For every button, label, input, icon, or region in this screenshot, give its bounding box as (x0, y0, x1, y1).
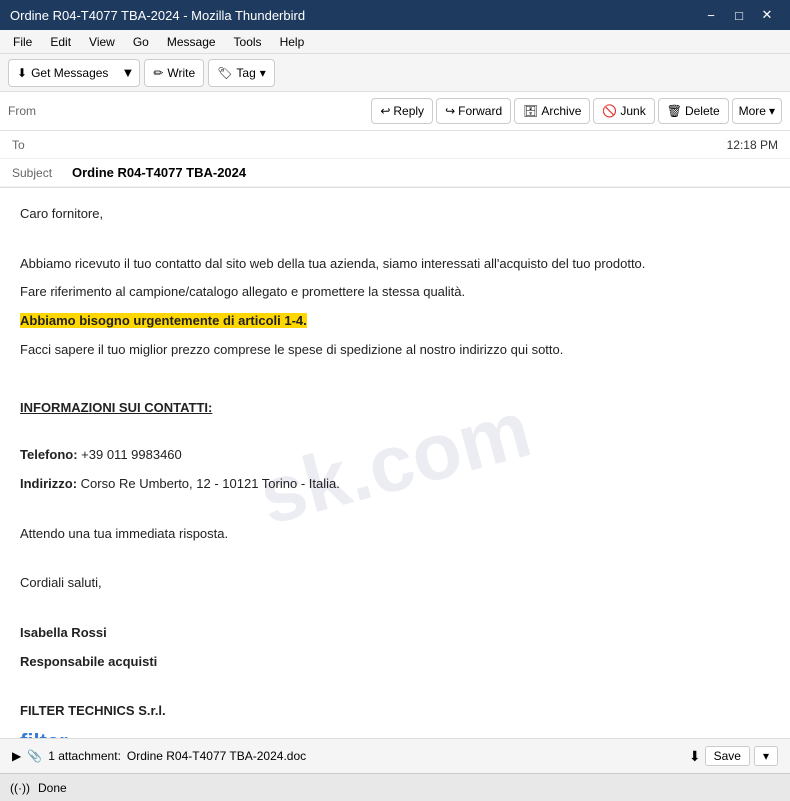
reply-label: Reply (393, 104, 424, 118)
more-dropdown-icon: ▾ (769, 104, 775, 118)
logo-text: filter technics (20, 730, 770, 738)
get-messages-button[interactable]: ⬇ Get Messages (8, 59, 116, 87)
delete-button[interactable]: 🗑 Delete (658, 98, 729, 124)
telefono-line: Telefono: +39 011 9983460 (20, 445, 770, 466)
subject-value: Ordine R04-T4077 TBA-2024 (72, 165, 778, 180)
indirizzo-line: Indirizzo: Corso Re Umberto, 12 - 10121 … (20, 474, 770, 495)
to-label: To (12, 138, 72, 152)
menu-file[interactable]: File (5, 33, 40, 51)
section-title: INFORMAZIONI SUI CONTATTI: (20, 398, 770, 419)
titlebar-title: Ordine R04-T4077 TBA-2024 - Mozilla Thun… (10, 8, 305, 23)
status-text: Done (38, 781, 67, 795)
email-paragraph1: Abbiamo ricevuto il tuo contatto dal sit… (20, 254, 770, 275)
menu-tools[interactable]: Tools (226, 33, 270, 51)
archive-label: Archive (541, 104, 581, 118)
junk-label: Junk (620, 104, 645, 118)
reply-icon: ↩ (380, 104, 390, 118)
email-paragraph2: Fare riferimento al campione/catalogo al… (20, 282, 770, 303)
write-icon: ✏ (153, 66, 163, 80)
email-highlighted: Abbiamo bisogno urgentemente di articoli… (20, 311, 770, 332)
more-label: More (739, 104, 766, 118)
titlebar: Ordine R04-T4077 TBA-2024 - Mozilla Thun… (0, 0, 790, 30)
attachment-expand-icon[interactable]: ▶ (12, 749, 21, 763)
titlebar-controls: − □ ✕ (698, 4, 780, 26)
closing2: Cordiali saluti, (20, 573, 770, 594)
save-button[interactable]: Save (705, 746, 750, 766)
attachment-actions: ⬇ Save ▾ (689, 746, 778, 766)
archive-button[interactable]: 🗄 Archive (514, 98, 590, 124)
closing1: Attendo una tua immediata risposta. (20, 524, 770, 545)
tag-icon: 🏷 (217, 66, 232, 80)
tag-dropdown-icon: ▾ (260, 66, 266, 80)
archive-icon: 🗄 (523, 104, 538, 118)
forward-label: Forward (458, 104, 502, 118)
junk-icon: 🚫 (602, 104, 617, 118)
tag-button[interactable]: 🏷 Tag ▾ (208, 59, 275, 87)
tag-label: Tag (236, 66, 255, 80)
statusbar: ((·)) Done (0, 773, 790, 801)
maximize-button[interactable]: □ (726, 4, 752, 26)
telefono-label: Telefono: (20, 447, 78, 462)
menu-message[interactable]: Message (159, 33, 224, 51)
menu-view[interactable]: View (81, 33, 123, 51)
write-button[interactable]: ✏ Write (144, 59, 204, 87)
subject-label: Subject (12, 166, 72, 180)
email-header: From ↩ Reply ↪ Forward 🗄 Archive 🚫 Junk … (0, 92, 790, 188)
get-messages-group: ⬇ Get Messages ▼ (8, 59, 140, 87)
sender-title: Responsabile acquisti (20, 652, 770, 673)
get-messages-dropdown[interactable]: ▼ (116, 59, 140, 87)
attachment-info: ▶ 📎 1 attachment: Ordine R04-T4077 TBA-2… (12, 749, 306, 763)
email-paragraph3: Facci sapere il tuo miglior prezzo compr… (20, 340, 770, 361)
delete-icon: 🗑 (667, 104, 682, 118)
sender-name: Isabella Rossi (20, 623, 770, 644)
highlighted-text: Abbiamo bisogno urgentemente di articoli… (20, 313, 307, 328)
minimize-button[interactable]: − (698, 4, 724, 26)
from-label: From (8, 104, 68, 118)
get-messages-label: Get Messages (31, 66, 108, 80)
delete-label: Delete (685, 104, 720, 118)
forward-icon: ↪ (445, 104, 455, 118)
junk-button[interactable]: 🚫 Junk (593, 98, 654, 124)
close-button[interactable]: ✕ (754, 4, 780, 26)
forward-button[interactable]: ↪ Forward (436, 98, 511, 124)
menubar: File Edit View Go Message Tools Help (0, 30, 790, 54)
header-subject-row: Subject Ordine R04-T4077 TBA-2024 (0, 159, 790, 187)
attachment-filename: Ordine R04-T4077 TBA-2024.doc (127, 749, 306, 763)
header-from-row: From ↩ Reply ↪ Forward 🗄 Archive 🚫 Junk … (0, 92, 790, 131)
email-content: Caro fornitore, Abbiamo ricevuto il tuo … (20, 204, 770, 738)
logo-filter: filter (20, 729, 68, 738)
email-greeting: Caro fornitore, (20, 204, 770, 225)
menu-help[interactable]: Help (272, 33, 313, 51)
get-messages-icon: ⬇ (17, 66, 27, 80)
more-button[interactable]: More ▾ (732, 98, 782, 124)
telefono-value: +39 011 9983460 (81, 447, 182, 462)
save-dropdown[interactable]: ▾ (754, 746, 778, 766)
timestamp: 12:18 PM (727, 138, 778, 152)
company-name: FILTER TECHNICS S.r.l. (20, 701, 770, 722)
header-to-row: To 12:18 PM (0, 131, 790, 159)
indirizzo-value: Corso Re Umberto, 12 - 10121 Torino - It… (81, 476, 340, 491)
attachment-clip-icon: 📎 (27, 749, 42, 763)
indirizzo-label: Indirizzo: (20, 476, 77, 491)
download-icon: ⬇ (689, 748, 701, 765)
attachment-count: 1 attachment: (48, 749, 121, 763)
email-body: sk.com Caro fornitore, Abbiamo ricevuto … (0, 188, 790, 738)
logo-area: filter technics Cartridges & Bags (20, 730, 770, 738)
radio-icon: ((·)) (10, 781, 30, 795)
reply-button[interactable]: ↩ Reply (371, 98, 433, 124)
attachment-bar: ▶ 📎 1 attachment: Ordine R04-T4077 TBA-2… (0, 738, 790, 773)
write-label: Write (167, 66, 195, 80)
menu-go[interactable]: Go (125, 33, 157, 51)
menu-edit[interactable]: Edit (42, 33, 79, 51)
action-buttons: ↩ Reply ↪ Forward 🗄 Archive 🚫 Junk 🗑 Del… (371, 98, 782, 124)
toolbar: ⬇ Get Messages ▼ ✏ Write 🏷 Tag ▾ (0, 54, 790, 92)
